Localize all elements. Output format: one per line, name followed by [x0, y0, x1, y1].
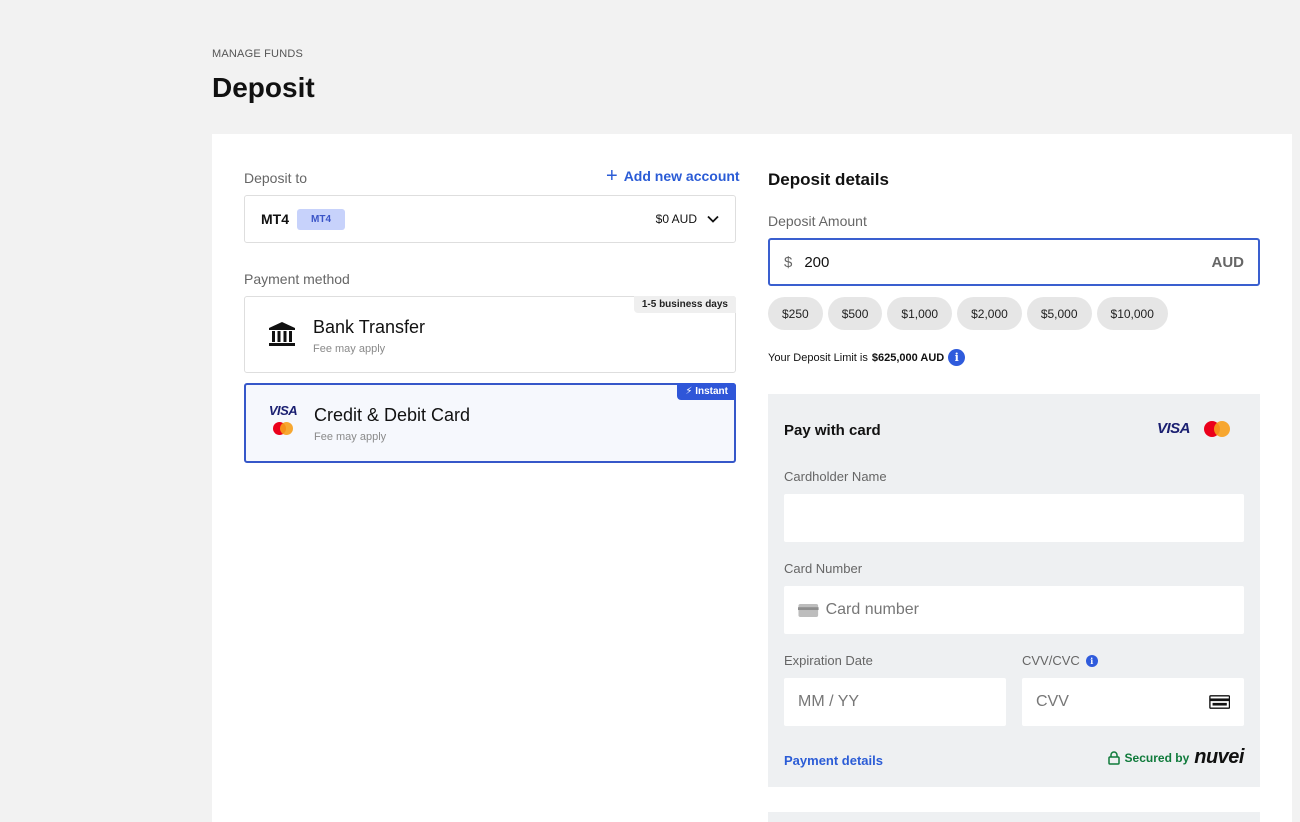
visa-logo: VISA [1156, 420, 1191, 437]
quick-amount-1000[interactable]: $1,000 [887, 297, 953, 330]
payment-method-title: Bank Transfer [313, 317, 426, 337]
visa-logo: VISA [268, 403, 298, 418]
deposit-limit-value: $625,000 AUD [871, 351, 945, 364]
expiration-date-label: Expiration Date [784, 653, 873, 668]
page-title: Deposit [212, 72, 315, 103]
cvv-info-icon[interactable]: i [1085, 654, 1098, 667]
secured-by-provider: Secured by nuvei [1107, 746, 1244, 769]
cardholder-name-field[interactable] [784, 494, 1244, 542]
deposit-amount-input[interactable]: $ 200 AUD [768, 238, 1260, 286]
deposit-amount-value: 200 [804, 253, 830, 271]
expiration-date-field[interactable] [784, 678, 1006, 726]
quick-amount-2000[interactable]: $2,000 [957, 297, 1022, 330]
cvv-input[interactable] [1036, 693, 1209, 711]
quick-amount-250[interactable]: $250 [768, 297, 823, 330]
card-number-input[interactable] [825, 601, 1230, 619]
deposit-limit-text: Your Deposit Limit is [768, 351, 868, 364]
cvv-field[interactable] [1022, 678, 1244, 726]
card-brand-logos: VISA [268, 403, 298, 435]
deposit-amount-label: Deposit Amount [768, 213, 867, 229]
add-new-account-link[interactable]: + Add new account [606, 165, 740, 187]
quick-amount-10000[interactable]: $10,000 [1096, 297, 1168, 330]
quick-amount-5000[interactable]: $5,000 [1026, 297, 1092, 330]
account-name: MT4 [261, 211, 289, 227]
card-number-field[interactable] [784, 586, 1244, 634]
quick-amount-chips: $250 $500 $1,000 $2,000 $5,000 $10,000 [768, 297, 1168, 330]
currency-symbol: $ [784, 253, 793, 271]
breadcrumb: MANAGE FUNDS [212, 48, 304, 60]
accepted-cards: VISA [1157, 420, 1230, 437]
instant-badge: ⚡ Instant [677, 383, 736, 400]
chevron-down-icon [707, 215, 719, 223]
add-new-account-label: Add new account [623, 168, 740, 184]
secured-by-label: Secured by [1124, 750, 1190, 765]
quick-amount-500[interactable]: $500 [827, 297, 883, 330]
payment-method-bank-transfer[interactable]: 1-5 business days Bank Transfer Fee may … [244, 296, 736, 373]
info-icon[interactable]: i [948, 349, 966, 366]
cardholder-name-label: Cardholder Name [784, 469, 887, 484]
lightning-icon: ⚡ [685, 386, 693, 397]
deposit-limit: Your Deposit Limit is $625,000 AUD i [768, 349, 966, 366]
currency-code: AUD [1211, 253, 1245, 271]
mastercard-icon [1204, 420, 1230, 437]
lock-icon [1107, 750, 1120, 765]
expiration-date-input[interactable] [798, 693, 992, 711]
plus-icon: + [606, 165, 618, 187]
processing-time-badge: 1-5 business days [633, 296, 736, 313]
card-payment-form: Pay with card VISA Cardholder Name Card … [768, 394, 1260, 787]
card-number-label: Card Number [784, 561, 863, 576]
cvv-label: CVV/CVC [1022, 653, 1080, 668]
deposit-details-title: Deposit details [768, 170, 889, 189]
account-platform-badge: MT4 [297, 208, 345, 230]
nuvei-logo: nuvei [1194, 746, 1244, 768]
payment-details-link[interactable]: Payment details [784, 753, 883, 768]
payment-method-credit-debit-card[interactable]: ⚡ Instant VISA Credit & Debit Card Fee m… [244, 383, 736, 463]
bank-icon [269, 322, 295, 346]
account-balance: $0 AUD [655, 212, 697, 226]
payment-method-fee-note: Fee may apply [314, 431, 387, 443]
next-section-edge [768, 812, 1260, 822]
payment-method-label: Payment method [244, 271, 350, 287]
payment-method-fee-note: Fee may apply [313, 343, 386, 355]
instant-badge-label: Instant [695, 386, 728, 397]
mastercard-icon [273, 422, 293, 435]
pay-with-card-title: Pay with card [784, 422, 881, 439]
cardholder-name-input[interactable] [798, 509, 1230, 527]
card-back-icon [1208, 695, 1230, 709]
payment-method-title: Credit & Debit Card [314, 405, 471, 425]
account-select[interactable]: MT4 MT4 $0 AUD [244, 195, 736, 243]
cvv-label-group: CVV/CVC i [1022, 653, 1098, 668]
credit-card-icon [798, 603, 819, 617]
deposit-to-label: Deposit to [244, 170, 308, 186]
